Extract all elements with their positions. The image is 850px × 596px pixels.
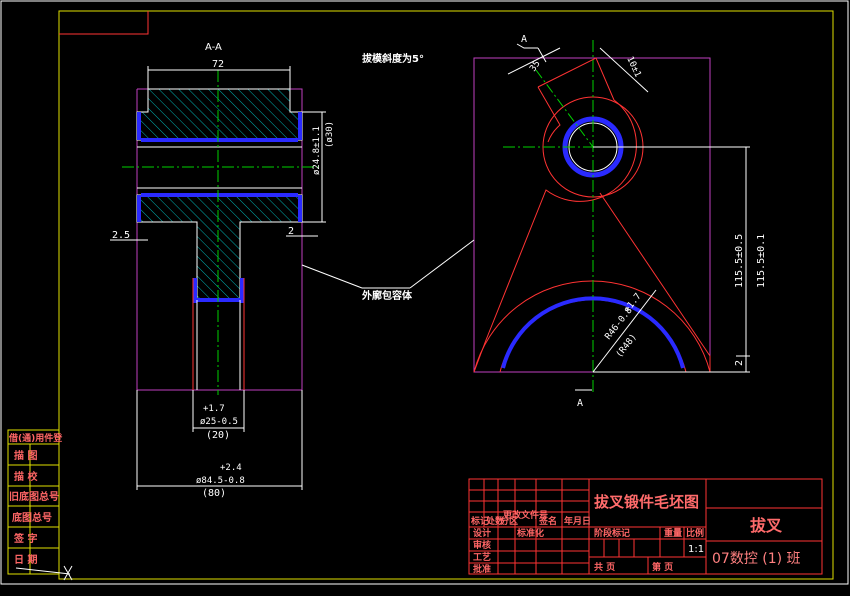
class-name: 07数控 (1) 班 bbox=[712, 551, 801, 567]
side-row-1: 描 图 bbox=[14, 449, 37, 462]
dim-angle-right: 10±1 bbox=[624, 55, 642, 79]
scale-label: 比例 bbox=[686, 527, 704, 539]
row-process: 工艺 bbox=[473, 551, 491, 563]
dim-bore-diam: ø25-0.5 bbox=[200, 417, 238, 427]
dim-angle-left: 35 bbox=[528, 59, 542, 74]
dim-outer-ref: (80) bbox=[202, 488, 226, 499]
dim-diam-upper-ref: (ø30) bbox=[325, 121, 335, 148]
envelope-leaders bbox=[301, 239, 475, 289]
col-sign: 签名 bbox=[538, 515, 557, 527]
weight-label: 重量 bbox=[664, 527, 682, 539]
cad-drawing: A-A 72 ø24.8±1.1 (ø30) 2.5 2 +1.7 ø25-0.… bbox=[0, 0, 849, 585]
envelope-outline-right bbox=[473, 57, 711, 373]
dim-outer-tol: +2.4 bbox=[220, 463, 242, 473]
envelope-note: 外廓包容体 bbox=[361, 289, 413, 302]
row-approve: 批准 bbox=[473, 563, 491, 575]
flange-upper-hatch bbox=[136, 88, 303, 141]
sheet-number: 第 页 bbox=[652, 561, 673, 573]
section-label: A-A bbox=[205, 42, 222, 53]
side-row-2: 描 校 bbox=[14, 470, 38, 483]
flange-lower-hatch bbox=[136, 194, 303, 301]
dim-bottom-offset: 2 bbox=[734, 360, 745, 366]
dim-top-width: 72 bbox=[212, 59, 224, 70]
part-name: 拔叉 bbox=[750, 516, 783, 535]
side-row-4: 底图总号 bbox=[12, 511, 52, 524]
stage-label: 阶段标记 bbox=[594, 527, 630, 539]
sheets-total: 共 页 bbox=[594, 561, 615, 573]
draft-angle-note: 拔模斜度为5° bbox=[362, 52, 424, 65]
scale-value: 1:1 bbox=[688, 544, 704, 555]
dim-bore-ref: (20) bbox=[206, 430, 230, 441]
drawing-title: 拔叉锻件毛坯图 bbox=[594, 493, 699, 511]
view-marker-top: A bbox=[521, 34, 527, 45]
row-check: 审核 bbox=[473, 539, 491, 551]
side-row-6: 日 期 bbox=[14, 553, 37, 566]
col-date: 年月日 bbox=[564, 515, 591, 527]
side-row-0: 借(通)用件登 bbox=[8, 432, 63, 444]
dim-height-sub: 115.5±0.1 bbox=[756, 234, 767, 288]
row-standard: 标准化 bbox=[516, 527, 544, 539]
sheet-frame bbox=[0, 0, 849, 585]
dim-left-offset: 2.5 bbox=[112, 230, 130, 241]
dim-outer-diam: ø84.5-0.8 bbox=[196, 476, 245, 486]
front-view bbox=[473, 40, 750, 395]
dim-bore-tol: +1.7 bbox=[203, 404, 225, 414]
view-marker-bottom: A bbox=[577, 398, 583, 409]
dim-radius-ref: (R48) bbox=[614, 332, 639, 360]
side-row-3: 旧底图总号 bbox=[9, 490, 59, 503]
dim-right-offset: 2 bbox=[288, 226, 294, 237]
dim-diam-upper: ø24.8±1.1 bbox=[312, 126, 322, 175]
row-design: 设计 bbox=[473, 527, 491, 539]
dim-height-main: 115.5±0.5 bbox=[734, 234, 745, 288]
side-row-5: 签 字 bbox=[13, 532, 37, 545]
